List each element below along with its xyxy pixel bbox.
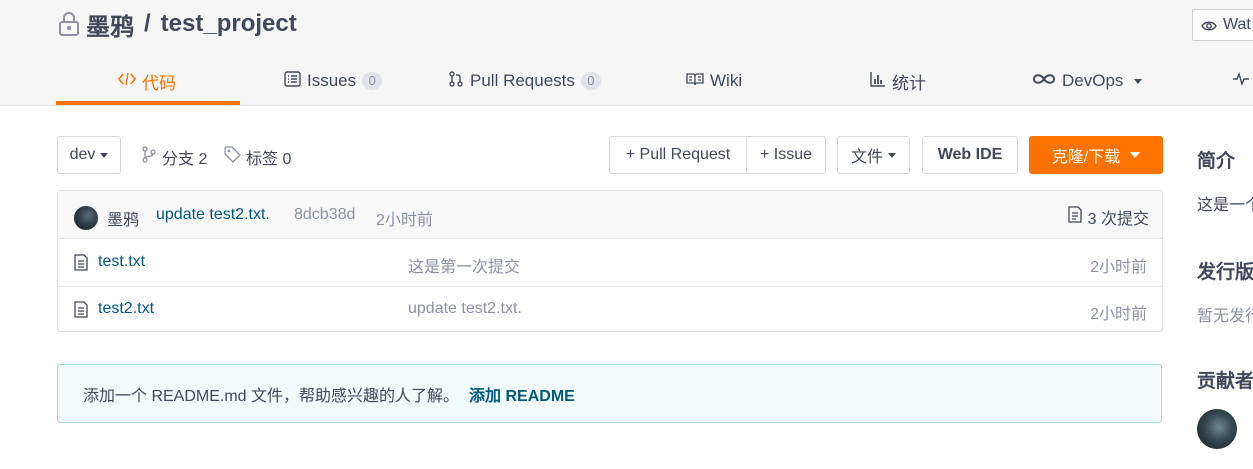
commit-author[interactable]: 墨鸦 bbox=[107, 206, 139, 230]
list-item[interactable]: test2.txt update test2.txt. 2小时前 bbox=[58, 286, 1162, 332]
releases-heading: 发行版 bbox=[1197, 262, 1253, 283]
tab-label: Pull Requests bbox=[470, 71, 575, 90]
file-menu-button[interactable]: 文件 bbox=[837, 136, 910, 174]
file-list: 墨鸦 update test2.txt. 8dcb38d 2小时前 3 次提交 … bbox=[57, 190, 1163, 332]
web-ide-button[interactable]: Web IDE bbox=[922, 136, 1018, 174]
list-item[interactable]: test.txt 这是第一次提交 2小时前 bbox=[58, 240, 1162, 286]
file-name-link[interactable]: test2.txt bbox=[98, 300, 154, 318]
tab-pull-requests[interactable]: Pull Requests 0 bbox=[448, 56, 601, 106]
file-menu-label: 文件 bbox=[850, 149, 883, 166]
tab-code[interactable]: 代码 bbox=[118, 56, 176, 106]
repo-name-link[interactable]: test_project bbox=[161, 10, 297, 38]
tab-stats[interactable]: 统计 bbox=[870, 56, 926, 106]
tags-label: 标签 0 bbox=[246, 151, 292, 168]
branch-select[interactable]: dev bbox=[57, 136, 121, 174]
issues-icon bbox=[284, 70, 301, 92]
readme-banner: 添加一个 README.md 文件，帮助感兴趣的人了解。 添加 README bbox=[57, 364, 1162, 423]
branches-link[interactable]: 分支 2 bbox=[141, 146, 207, 168]
watch-label: Wat bbox=[1223, 16, 1251, 33]
branches-label: 分支 2 bbox=[162, 151, 208, 168]
watch-button[interactable]: Wat bbox=[1192, 9, 1253, 41]
active-tab-indicator bbox=[56, 101, 240, 105]
file-commit-time: 2小时前 bbox=[1090, 306, 1147, 323]
stats-bar-icon bbox=[870, 71, 886, 92]
intro-heading: 简介 bbox=[1197, 151, 1236, 172]
chevron-down-icon bbox=[888, 152, 896, 158]
history-icon bbox=[1067, 206, 1082, 228]
file-name-link[interactable]: test.txt bbox=[98, 253, 145, 271]
lock-icon bbox=[58, 11, 80, 37]
tab-label: Wiki bbox=[710, 71, 743, 90]
tab-label: Issues bbox=[307, 71, 357, 90]
new-item-button-group: + Pull Request + Issue bbox=[609, 136, 826, 174]
repo-title: 墨鸦 / test_project bbox=[58, 7, 297, 42]
tab-issues[interactable]: Issues 0 bbox=[284, 56, 383, 106]
chevron-down-icon bbox=[1130, 152, 1141, 158]
tab-label: DevOps bbox=[1062, 71, 1124, 90]
file-commit-message[interactable]: update test2.txt. bbox=[408, 300, 522, 318]
add-readme-link[interactable]: 添加 README bbox=[469, 382, 575, 406]
clone-label: 克隆/下载 bbox=[1051, 149, 1121, 166]
latest-commit-bar: 墨鸦 update test2.txt. 8dcb38d 2小时前 3 次提交 bbox=[58, 191, 1162, 239]
commit-history-link[interactable]: 3 次提交 bbox=[1067, 205, 1149, 229]
file-icon bbox=[74, 254, 88, 271]
commit-count-label: 3 次提交 bbox=[1087, 211, 1149, 228]
intro-text: 这是一个 bbox=[1197, 197, 1253, 214]
tab-activity[interactable] bbox=[1232, 56, 1250, 106]
repo-header: 墨鸦 / test_project Wat 代码 Issues 0 Pull R… bbox=[0, 0, 1253, 106]
commit-time: 2小时前 bbox=[376, 212, 433, 229]
pull-request-icon bbox=[448, 70, 464, 92]
avatar[interactable] bbox=[1197, 409, 1237, 449]
issues-count-badge: 0 bbox=[362, 72, 383, 90]
tab-devops[interactable]: DevOps bbox=[1032, 56, 1143, 106]
file-commit-message[interactable]: 这是第一次提交 bbox=[408, 253, 520, 277]
file-commit-time: 2小时前 bbox=[1090, 259, 1147, 276]
tag-icon bbox=[224, 146, 241, 168]
releases-text: 暂无发行 bbox=[1197, 308, 1253, 325]
tab-label: 统计 bbox=[892, 73, 926, 93]
branch-icon bbox=[141, 146, 157, 168]
eye-icon bbox=[1201, 19, 1217, 31]
tab-label: 代码 bbox=[142, 73, 176, 93]
wiki-book-icon bbox=[686, 71, 704, 91]
commit-message-link[interactable]: update test2.txt. bbox=[156, 206, 270, 224]
file-icon bbox=[74, 301, 88, 318]
branch-select-label: dev bbox=[69, 146, 96, 163]
new-pull-request-button[interactable]: + Pull Request bbox=[610, 137, 746, 173]
repo-owner-link[interactable]: 墨鸦 bbox=[86, 7, 134, 42]
readme-banner-text: 添加一个 README.md 文件，帮助感兴趣的人了解。 bbox=[83, 387, 460, 405]
repo-tabs: 代码 Issues 0 Pull Requests 0 Wiki 统计 DevO… bbox=[0, 56, 1253, 106]
tags-link[interactable]: 标签 0 bbox=[224, 146, 291, 168]
chevron-down-icon bbox=[100, 152, 109, 158]
repo-separator: / bbox=[144, 10, 151, 37]
avatar[interactable] bbox=[74, 206, 98, 230]
tab-wiki[interactable]: Wiki bbox=[686, 56, 742, 106]
contributors-heading: 贡献者 bbox=[1197, 371, 1253, 392]
pr-count-badge: 0 bbox=[580, 72, 601, 90]
infinity-icon bbox=[1032, 71, 1056, 91]
commit-sha-link[interactable]: 8dcb38d bbox=[294, 206, 355, 224]
pulse-icon bbox=[1232, 71, 1250, 91]
new-issue-button[interactable]: + Issue bbox=[746, 137, 825, 173]
clone-download-button[interactable]: 克隆/下载 bbox=[1029, 136, 1163, 174]
code-icon bbox=[118, 71, 136, 91]
chevron-down-icon bbox=[1134, 78, 1143, 84]
